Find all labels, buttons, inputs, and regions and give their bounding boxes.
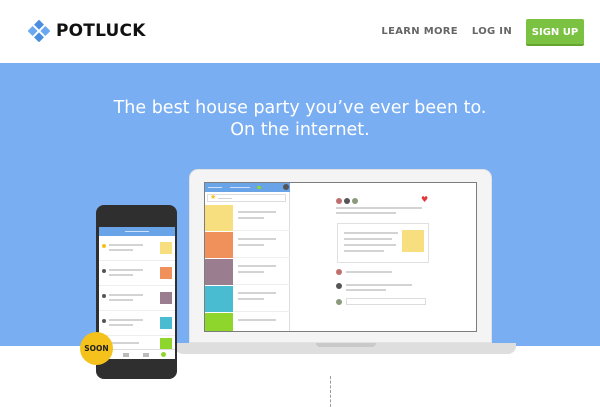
hero-headline: The best house party you’ve ever been to… [0,97,600,141]
headline-line-1: The best house party you’ve ever been to… [113,98,487,118]
list-swatch [160,317,172,329]
list-item [99,237,175,261]
soon-badge: SOON [80,332,113,365]
list-item [205,205,290,231]
list-swatch [160,242,172,254]
list-item [205,286,290,312]
list-item [205,259,290,285]
list-item [99,312,175,336]
list-item [99,262,175,286]
list-swatch [160,267,172,279]
app-sidebar: ★ [205,192,290,331]
sign-up-button[interactable]: SIGN UP [526,18,584,46]
scroll-indicator [330,376,331,407]
phone-topbar [99,227,175,236]
logo-text: POTLUCK [56,21,146,41]
logo-icon [28,20,50,42]
app-topbar [205,183,290,192]
reply-field [346,298,426,305]
content-card [337,223,429,263]
app-search-field: ★ [207,193,286,202]
list-swatch [205,259,233,285]
laptop-notch [316,343,376,347]
star-icon: ★ [210,193,217,201]
list-item [205,313,290,331]
log-in-link[interactable]: LOG IN [472,18,512,46]
heart-icon[interactable]: ♥ [421,195,428,204]
list-item [205,232,290,258]
top-nav: LEARN MORE LOG IN SIGN UP [381,18,584,46]
learn-more-link[interactable]: LEARN MORE [381,18,457,46]
headline-line-2: On the internet. [230,120,370,140]
site-header: POTLUCK LEARN MORE LOG IN SIGN UP [0,0,600,63]
list-item [99,287,175,311]
list-swatch [205,286,233,312]
laptop-screen: ★ ♥ [204,182,477,332]
list-swatch [205,313,233,331]
logo[interactable]: POTLUCK [28,20,146,42]
list-swatch [205,205,233,231]
list-swatch [205,232,233,258]
list-swatch [160,292,172,304]
